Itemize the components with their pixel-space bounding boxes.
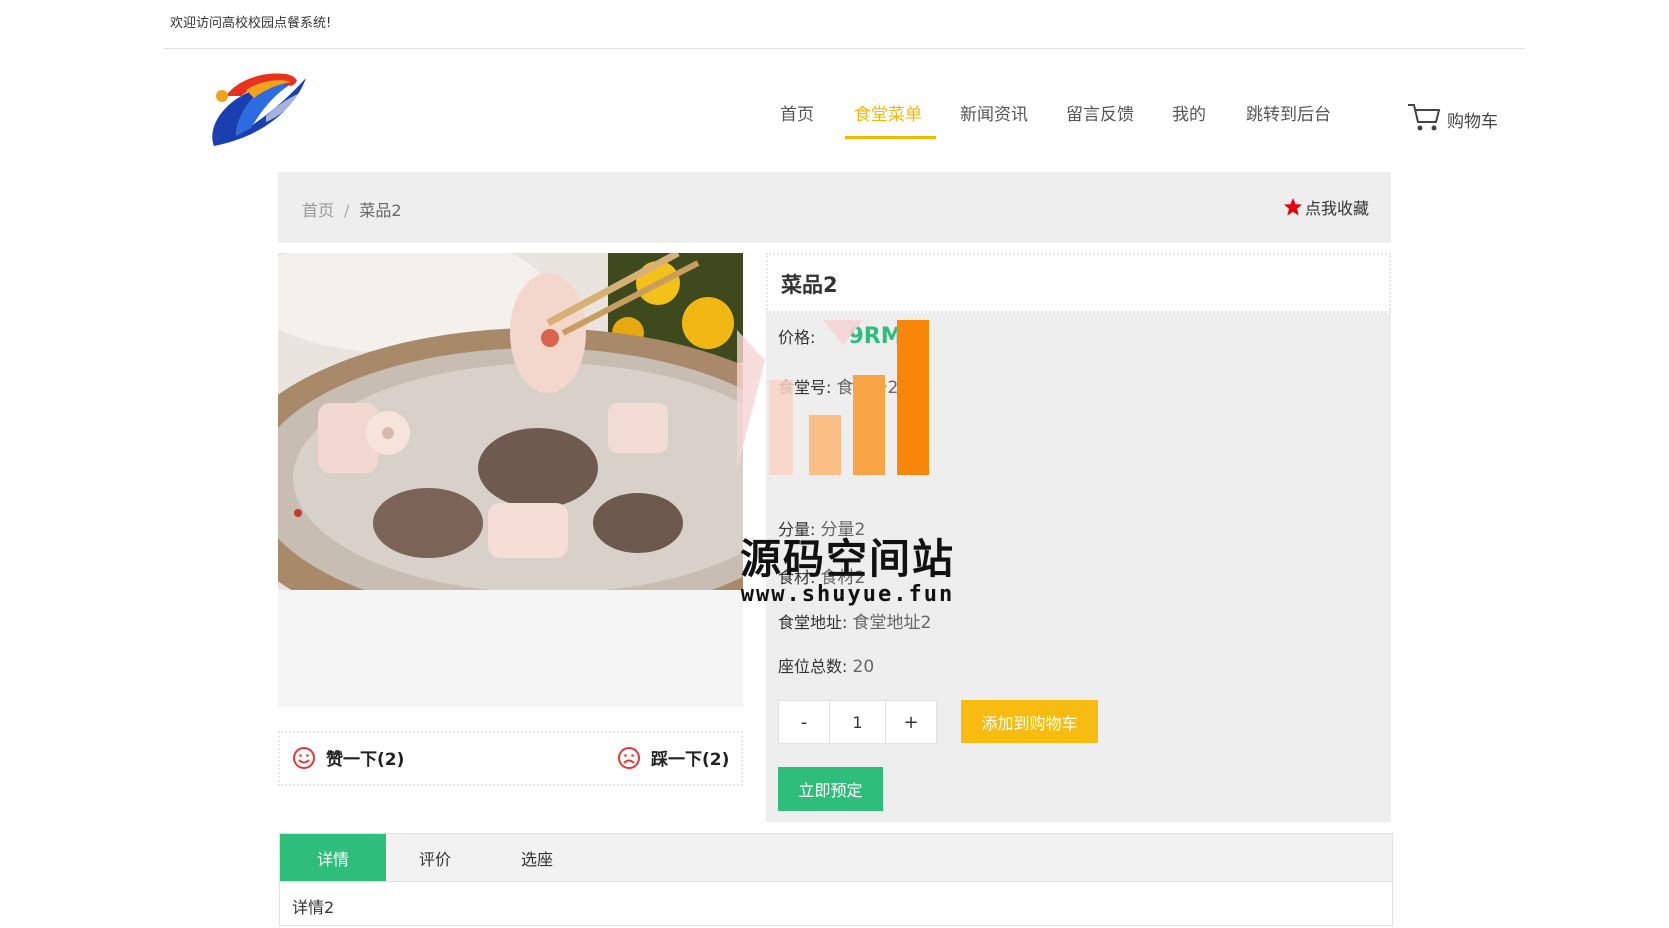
nav-item-news[interactable]: 新闻资讯	[960, 100, 1028, 125]
dislike-button[interactable]: 踩一下(2)	[617, 745, 729, 770]
reserve-button[interactable]: 立即预定	[778, 767, 883, 811]
nav-item-feedback[interactable]: 留言反馈	[1066, 100, 1134, 125]
like-label: 赞一下(2)	[326, 750, 405, 770]
nav-item-admin[interactable]: 跳转到后台	[1246, 100, 1331, 125]
star-icon	[1283, 198, 1302, 216]
canteen-no-row: 食堂号: 食堂号2	[778, 373, 898, 398]
nav-item-mine[interactable]: 我的	[1172, 100, 1206, 125]
price-value: 9RMB	[848, 324, 920, 349]
breadcrumb: 首页 / 菜品2	[302, 197, 402, 221]
like-button[interactable]: 赞一下(2)	[292, 745, 404, 770]
breadcrumb-bar: 首页 / 菜品2 点我收藏	[278, 172, 1391, 243]
price-row: 价格: 9RMB	[778, 324, 919, 349]
favorite-button[interactable]: 点我收藏	[1283, 195, 1369, 219]
breadcrumb-home[interactable]: 首页	[302, 201, 334, 220]
smile-icon	[293, 746, 315, 769]
ingredients-row: 食材: 食材2	[778, 563, 865, 588]
dislike-label: 踩一下(2)	[651, 750, 730, 770]
ingredients-label: 食材:	[778, 568, 816, 587]
address-row: 食堂地址: 食堂地址2	[778, 608, 931, 633]
quantity-increase-button[interactable]: +	[885, 700, 937, 744]
seats-row: 座位总数: 20	[778, 653, 874, 677]
cart-link[interactable]: 购物车	[1407, 102, 1498, 132]
portion-label: 分量:	[778, 520, 816, 539]
add-to-cart-button[interactable]: 添加到购物车	[961, 700, 1098, 743]
seats-label: 座位总数:	[778, 657, 848, 676]
quantity-stepper: - 1 +	[778, 700, 937, 744]
favorite-label: 点我收藏	[1304, 199, 1369, 218]
top-bar: 欢迎访问高校校园点餐系统!	[164, 0, 1525, 49]
quantity-decrease-button[interactable]: -	[778, 700, 830, 744]
canteen-no-value: 食堂号2	[836, 378, 899, 398]
seats-value: 20	[852, 657, 875, 677]
site-logo[interactable]	[206, 66, 316, 150]
dish-photo	[278, 253, 743, 590]
address-value: 食堂地址2	[852, 613, 932, 633]
portion-value: 分量2	[820, 520, 866, 540]
ingredients-value: 食材2	[820, 568, 866, 588]
portion-row: 分量: 分量2	[778, 515, 865, 540]
breadcrumb-current: 菜品2	[359, 201, 402, 220]
frown-icon	[618, 746, 640, 769]
cart-label: 购物车	[1447, 112, 1498, 132]
nav-item-canteen-menu[interactable]: 食堂菜单	[854, 100, 922, 125]
nav-item-home[interactable]: 首页	[780, 100, 814, 125]
tab-reviews[interactable]: 评价	[382, 834, 488, 881]
tab-details[interactable]: 详情	[280, 834, 386, 881]
tab-header: 详情 评价 选座	[280, 834, 1392, 882]
dish-image-panel	[278, 253, 743, 707]
quantity-input[interactable]: 1	[830, 700, 885, 744]
tab-content: 详情2	[292, 898, 335, 917]
welcome-text: 欢迎访问高校校园点餐系统!	[170, 16, 332, 31]
breadcrumb-separator: /	[344, 201, 350, 220]
address-label: 食堂地址:	[778, 613, 848, 632]
vote-panel: 赞一下(2) 踩一下(2)	[278, 731, 743, 786]
product-title-box: 菜品2	[766, 253, 1391, 313]
nav-active-underline	[845, 136, 936, 139]
tab-seat-selection[interactable]: 选座	[484, 834, 590, 881]
canteen-no-label: 食堂号:	[778, 378, 832, 397]
cart-icon	[1408, 104, 1441, 131]
price-label: 价格:	[778, 328, 816, 347]
product-info-panel: 菜品2 价格: 9RMB 食堂号: 食堂号2 分量: 分量2 食材: 食材2 食…	[766, 253, 1391, 822]
detail-tabs: 详情 评价 选座 详情2	[279, 833, 1393, 926]
product-name: 菜品2	[781, 273, 838, 297]
main-nav: 首页 食堂菜单 新闻资讯 留言反馈 我的 跳转到后台	[760, 100, 1520, 140]
